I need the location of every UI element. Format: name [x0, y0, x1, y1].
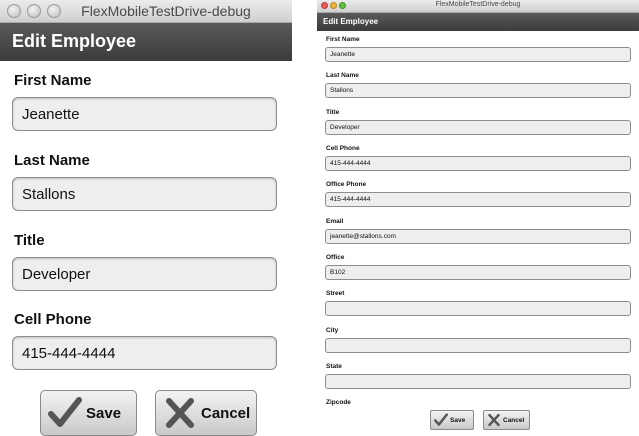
zipcode-label: Zipcode — [326, 399, 351, 406]
first-name-label: First Name — [326, 36, 360, 43]
large-window: FlexMobileTestDrive-debug Edit Employee … — [317, 0, 639, 436]
x-icon — [488, 413, 500, 427]
office-label: Office — [326, 254, 345, 261]
window-titlebar: FlexMobileTestDrive-debug — [0, 0, 292, 23]
title-input[interactable]: Developer — [325, 120, 631, 135]
first-name-input[interactable]: Jeanette — [325, 47, 631, 62]
first-name-input[interactable]: Jeanette — [12, 97, 277, 131]
cell-phone-label: Cell Phone — [14, 311, 92, 328]
state-input[interactable] — [325, 374, 631, 389]
city-label: City — [326, 327, 339, 334]
cancel-button-label: Cancel — [201, 404, 251, 422]
first-name-label: First Name — [14, 72, 92, 89]
last-name-input[interactable]: Stallons — [12, 177, 277, 211]
street-input[interactable] — [325, 301, 631, 316]
title-label: Title — [326, 109, 340, 116]
save-button[interactable]: Save — [430, 410, 474, 430]
window-title: FlexMobileTestDrive-debug — [435, 1, 521, 8]
cell-phone-label: Cell Phone — [326, 145, 360, 152]
city-input[interactable] — [325, 338, 631, 353]
office-phone-label: Office Phone — [326, 181, 367, 188]
header-title: Edit Employee — [0, 23, 292, 61]
x-icon — [166, 398, 194, 428]
email-input[interactable]: jeanette@stallons.com — [325, 229, 631, 244]
cancel-button[interactable]: Cancel — [483, 410, 530, 430]
cell-phone-input[interactable]: 415-444-4444 — [325, 156, 631, 171]
office-phone-input[interactable]: 415-444-4444 — [325, 192, 631, 207]
window-titlebar: FlexMobileTestDrive-debug — [317, 0, 639, 13]
cancel-button[interactable]: Cancel — [155, 390, 257, 436]
window-title: FlexMobileTestDrive-debug — [81, 3, 251, 19]
last-name-input[interactable]: Stallons — [325, 83, 631, 98]
office-input[interactable]: B102 — [325, 265, 631, 280]
checkmark-icon — [48, 397, 82, 427]
save-button-label: Save — [86, 404, 122, 422]
last-name-label: Last Name — [14, 152, 90, 169]
last-name-label: Last Name — [326, 72, 359, 79]
cancel-button-label: Cancel — [503, 416, 525, 424]
title-label: Title — [14, 232, 45, 249]
checkmark-icon — [434, 413, 448, 426]
title-input[interactable]: Developer — [12, 257, 277, 291]
state-label: State — [326, 363, 342, 370]
save-button[interactable]: Save — [40, 390, 137, 436]
save-button-label: Save — [450, 416, 466, 424]
small-window: FlexMobileTestDrive-debug Edit Employee … — [0, 0, 292, 436]
cell-phone-input[interactable]: 415-444-4444 — [12, 336, 277, 370]
email-label: Email — [326, 218, 344, 225]
street-label: Street — [326, 290, 345, 297]
header-title: Edit Employee — [317, 13, 639, 31]
